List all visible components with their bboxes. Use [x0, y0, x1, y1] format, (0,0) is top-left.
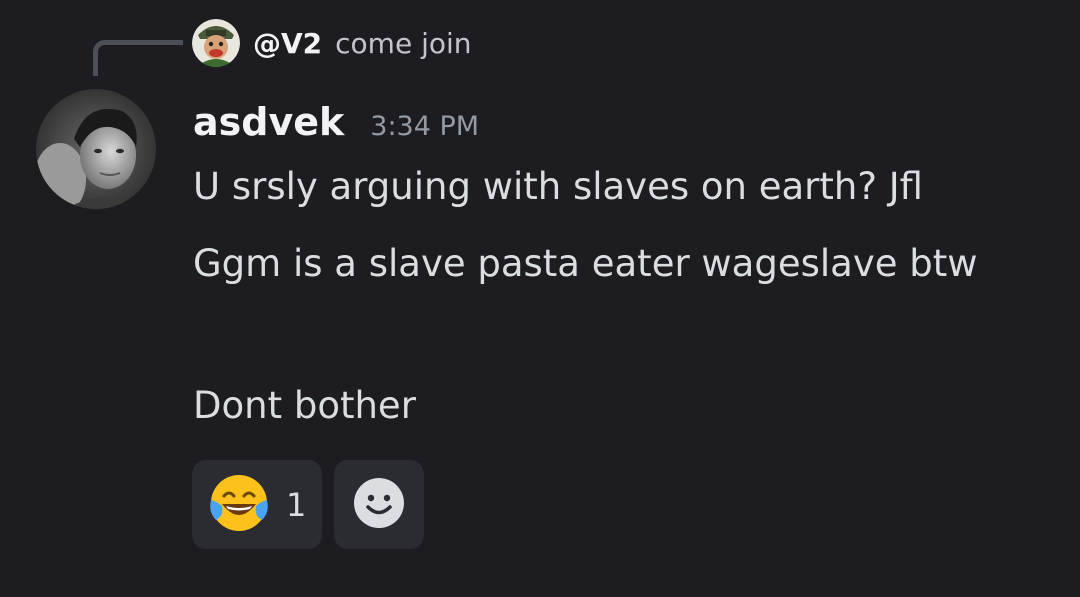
reaction-bar: 1: [192, 460, 424, 549]
avatar[interactable]: [36, 89, 156, 209]
reply-author-avatar[interactable]: [192, 19, 240, 67]
message-line: U srsly arguing with slaves on earth? Jf…: [193, 165, 923, 208]
reaction-count: 1: [286, 485, 307, 524]
message-header: asdvek 3:34 PM: [193, 100, 479, 150]
reaction-laugh[interactable]: 1: [192, 460, 322, 549]
message-author-name[interactable]: asdvek: [193, 100, 344, 144]
reply-reference[interactable]: @V2 come join: [192, 19, 472, 67]
reply-author-name[interactable]: @V2: [253, 27, 322, 60]
face-with-tears-of-joy-icon: [208, 472, 270, 538]
reply-preview-text[interactable]: come join: [335, 27, 471, 60]
message-line: Dont bother: [193, 384, 416, 427]
message-line: Ggm is a slave pasta eater wageslave btw: [193, 242, 978, 285]
message-timestamp[interactable]: 3:34 PM: [370, 111, 479, 142]
smiley-add-reaction-icon: [353, 477, 405, 533]
add-reaction-button[interactable]: [334, 460, 424, 549]
reply-connector-line: [93, 40, 183, 76]
